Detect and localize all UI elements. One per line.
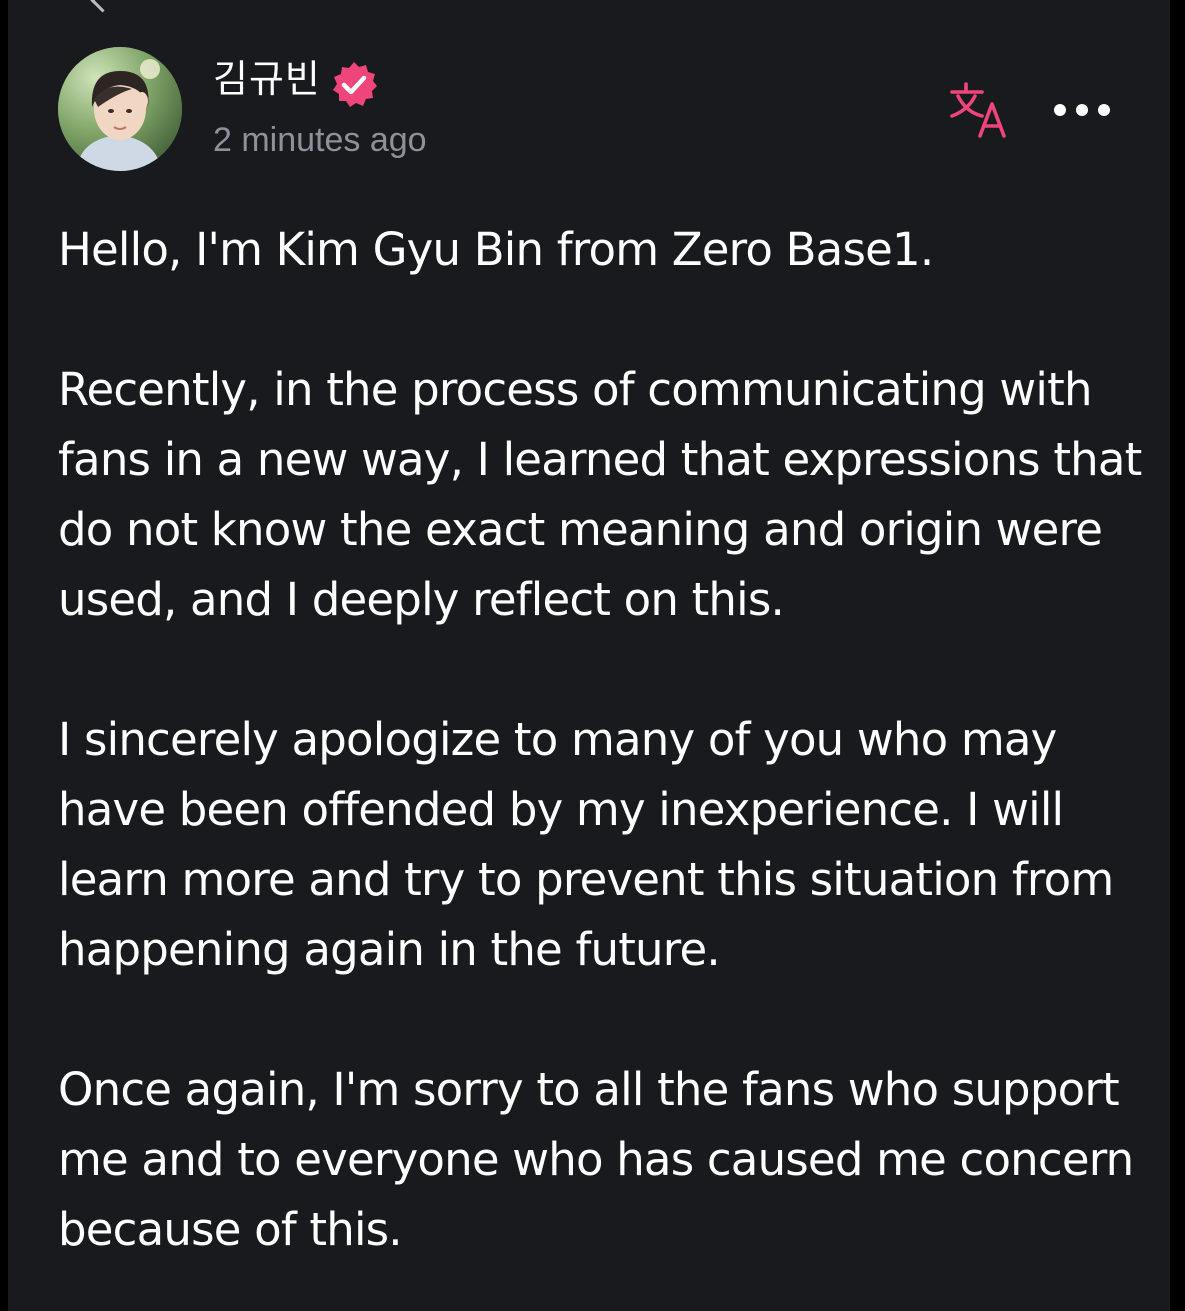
avatar[interactable] [58,47,182,171]
post-paragraph: Hello, I'm Kim Gyu Bin from Zero Base1. [58,223,934,276]
post-timestamp: 2 minutes ago [213,121,427,159]
post-body: Hello, I'm Kim Gyu Bin from Zero Base1. … [58,215,1148,1265]
translate-icon[interactable] [948,80,1014,140]
post-paragraph: I sincerely apologize to many of you who… [58,713,1114,976]
verified-badge-icon [330,60,378,108]
post-header: 김규빈 2 minutes ago [8,0,1170,200]
more-options-icon[interactable] [1048,88,1118,132]
post-paragraph: Recently, in the process of communicatin… [58,363,1142,626]
author-name[interactable]: 김규빈 [213,54,321,104]
post-card: 김규빈 2 minutes ago Hello, I'm Kim Gyu Bin… [8,0,1170,1311]
post-paragraph: Once again, I'm sorry to all the fans wh… [58,1063,1134,1256]
